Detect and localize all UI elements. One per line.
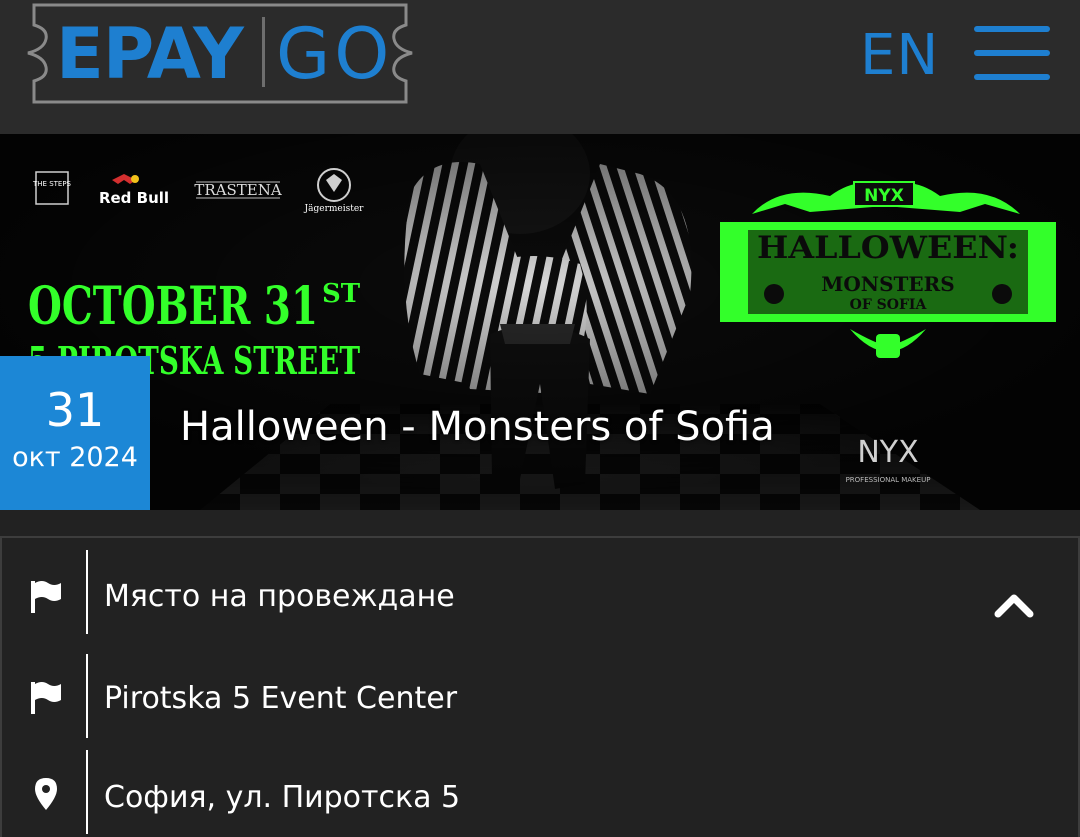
svg-text:MONSTERS: MONSTERS bbox=[821, 272, 954, 296]
row-divider bbox=[86, 550, 88, 634]
venue-name-row: Pirotska 5 Event Center bbox=[2, 654, 1080, 738]
venue-panel: Място на провеждане Pirotska 5 Event Cen… bbox=[0, 536, 1080, 837]
flag-icon bbox=[31, 682, 61, 714]
menu-bar bbox=[974, 50, 1050, 56]
menu-bar bbox=[974, 26, 1050, 32]
svg-text:HALLOWEEN:: HALLOWEEN: bbox=[757, 230, 1019, 266]
svg-text:OF SOFIA: OF SOFIA bbox=[850, 297, 928, 313]
epay-go-logo[interactable]: EPAY GO bbox=[24, 3, 416, 104]
venue-section-label: Място на провеждане bbox=[104, 579, 455, 614]
event-day: 31 bbox=[45, 383, 105, 437]
svg-text:NYX: NYX bbox=[864, 186, 904, 206]
event-month-year: окт 2024 bbox=[12, 442, 138, 473]
row-divider bbox=[86, 750, 88, 834]
chevron-up-icon[interactable] bbox=[992, 590, 1036, 620]
venue-address-row: София, ул. Пиротска 5 bbox=[2, 750, 1080, 834]
nyx-corner-brand: NYX PROFESSIONAL MAKEUP bbox=[846, 435, 931, 484]
svg-text:ST: ST bbox=[322, 279, 361, 309]
svg-text:OCTOBER 31: OCTOBER 31 bbox=[28, 276, 318, 337]
sponsor-jagermeister: Jägermeister bbox=[304, 204, 365, 214]
top-header: EPAY GO EN bbox=[0, 0, 1080, 134]
logo-go-text: GO bbox=[276, 13, 394, 95]
venue-name: Pirotska 5 Event Center bbox=[104, 681, 458, 716]
language-switch[interactable]: EN bbox=[860, 24, 939, 88]
hamburger-menu-icon[interactable] bbox=[974, 24, 1050, 84]
menu-bar bbox=[974, 74, 1050, 80]
svg-text:PROFESSIONAL MAKEUP: PROFESSIONAL MAKEUP bbox=[846, 476, 931, 484]
logo-epay-text: EPAY bbox=[56, 13, 244, 95]
map-pin-icon bbox=[35, 778, 57, 810]
event-title: Halloween - Monsters of Sofia bbox=[180, 404, 775, 450]
logo-divider bbox=[262, 17, 265, 87]
event-poster-image: THE STEPS Red Bull TRASTENA Jägermeister… bbox=[0, 134, 1080, 510]
event-banner[interactable]: THE STEPS Red Bull TRASTENA Jägermeister… bbox=[0, 134, 1080, 510]
venue-section-header[interactable]: Място на провеждане bbox=[2, 550, 1080, 634]
sponsor-trastena: TRASTENA bbox=[194, 181, 281, 199]
flag-icon bbox=[31, 581, 61, 613]
row-divider bbox=[86, 654, 88, 738]
sponsor-the-steps: THE STEPS bbox=[32, 180, 72, 188]
sponsor-redbull: Red Bull bbox=[99, 189, 169, 207]
svg-text:NYX: NYX bbox=[857, 435, 918, 470]
venue-address: София, ул. Пиротска 5 bbox=[104, 780, 461, 815]
event-date-badge: 31 окт 2024 bbox=[0, 356, 150, 510]
